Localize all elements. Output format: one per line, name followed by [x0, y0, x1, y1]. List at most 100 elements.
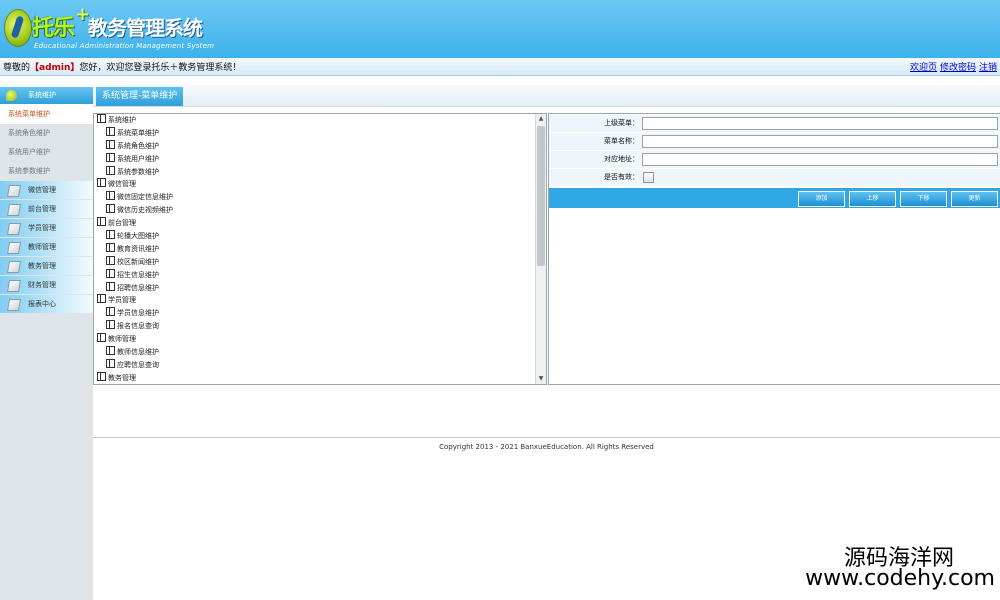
app-header: 托乐 + 教务管理系统 Educational Administration M… — [0, 0, 1000, 58]
folder-book-icon — [97, 217, 106, 227]
tree-node-label: 系统用户维护 — [117, 154, 159, 163]
move-up-button[interactable]: 上移 — [849, 191, 896, 207]
sidebar-item-role-maintenance[interactable]: 系统角色维护 — [0, 124, 93, 143]
tree-node-label: 前台管理 — [108, 219, 136, 228]
tree-leaf-node[interactable]: 招聘信息维护 — [94, 281, 534, 295]
footer-divider — [93, 437, 1000, 438]
tree-scrollbar[interactable]: ▲ ▼ — [535, 114, 546, 384]
link-logout[interactable]: 注销 — [979, 63, 997, 73]
move-down-button[interactable]: 下移 — [900, 191, 947, 207]
scroll-down-arrow-icon[interactable]: ▼ — [536, 374, 546, 384]
sidebar-group-wechat[interactable]: 微信管理 — [0, 181, 93, 199]
notepad-icon — [6, 204, 22, 216]
add-button[interactable]: 添加 — [798, 191, 845, 207]
sidebar-group-academic[interactable]: 教务管理 — [0, 257, 93, 275]
update-button[interactable]: 更新 — [951, 191, 998, 207]
sidebar-group-label: 教师管理 — [28, 243, 56, 251]
sidebar-group-label: 报表中心 — [28, 300, 56, 308]
menu-name-input[interactable] — [642, 135, 998, 148]
sidebar: 系统维护 系统菜单维护 系统角色维护 系统用户维护 系统参数维护 微信管理 前台… — [0, 76, 93, 600]
footer-copyright: Copyright 2013 - 2021 BanxueEducation. A… — [439, 443, 654, 451]
tree-node-label: 应聘信息查询 — [117, 360, 159, 369]
page-book-icon — [106, 307, 115, 317]
tree-leaf-node[interactable]: 系统用户维护 — [94, 152, 534, 166]
page-title: 系统管理-菜单维护 — [96, 87, 184, 106]
notepad-icon — [6, 299, 22, 311]
tree-leaf-node[interactable]: 教育资讯维护 — [94, 242, 534, 256]
tree-node-label: 轮播大图维护 — [117, 232, 159, 241]
tree-folder-node[interactable]: 前台管理 — [94, 217, 534, 230]
tree-folder-node[interactable]: 教务管理 — [94, 371, 534, 384]
parent-menu-input[interactable] — [642, 117, 998, 130]
notepad-icon — [6, 242, 22, 254]
tree-leaf-node[interactable]: 教师信息维护 — [94, 346, 534, 359]
sidebar-group-teachers[interactable]: 教师管理 — [0, 238, 93, 256]
welcome-username: 【admin】 — [30, 63, 80, 73]
page-book-icon — [106, 346, 115, 356]
sidebar-group-finance[interactable]: 财务管理 — [0, 276, 93, 294]
tree-folder-node[interactable]: 微信管理 — [94, 178, 534, 191]
page-book-icon — [106, 255, 115, 265]
page-book-icon — [106, 126, 115, 136]
tree-leaf-node[interactable]: 微信固定信息维护 — [94, 191, 534, 204]
page-book-icon — [106, 358, 115, 368]
form-row-menu-name: 菜单名称： — [549, 133, 1000, 151]
menu-tree: 系统维护系统菜单维护 系统角色维护 系统用户维护系统参数维护 微信管理 微信固定信息维护… — [94, 114, 534, 384]
menu-name-label: 菜单名称： — [604, 137, 639, 145]
notepad-icon — [6, 223, 22, 235]
tree-leaf-node[interactable]: 招生信息维护 — [94, 268, 534, 282]
tree-node-label: 学员管理 — [108, 296, 136, 305]
sidebar-spacer — [0, 76, 93, 87]
page-book-icon — [106, 281, 115, 291]
tree-leaf-node[interactable]: 系统参数维护 — [94, 165, 534, 179]
tree-folder-node[interactable]: 教师管理 — [94, 333, 534, 346]
tree-node-label: 招聘信息维护 — [117, 283, 159, 292]
tree-leaf-node[interactable]: 系统角色维护 — [94, 139, 534, 153]
folder-book-icon — [97, 178, 106, 188]
link-change-password[interactable]: 修改密码 — [940, 63, 976, 73]
tree-leaf-node[interactable]: 校区新闻维护 — [94, 255, 534, 269]
tree-node-label: 系统维护 — [108, 116, 136, 124]
page-book-icon — [106, 139, 115, 149]
form-row-is-active: 是否有效： — [549, 169, 1000, 187]
app-subtitle: Educational Administration Management Sy… — [34, 42, 215, 50]
tree-node-label: 报名信息查询 — [117, 322, 159, 331]
is-active-checkbox[interactable] — [643, 172, 654, 183]
sidebar-item-menu-maintenance[interactable]: 系统菜单维护 — [0, 105, 93, 124]
tree-node-label: 教师管理 — [108, 335, 136, 344]
tree-leaf-node[interactable]: 应聘信息查询 — [94, 358, 534, 372]
sidebar-group-label: 财务管理 — [28, 281, 56, 289]
tree-folder-node[interactable]: 系统维护 — [94, 114, 534, 127]
tree-folder-node[interactable]: 学员管理 — [94, 294, 534, 307]
welcome-message: 尊敬的【admin】您好，欢迎您登录托乐＋教务管理系统！ — [3, 60, 241, 73]
tree-leaf-node[interactable]: 学员信息维护 — [94, 307, 534, 320]
link-home[interactable]: 欢迎页 — [910, 63, 937, 73]
watermark-url: www.codehy.com — [805, 566, 995, 591]
scroll-up-arrow-icon[interactable]: ▲ — [536, 114, 546, 124]
sidebar-group-students[interactable]: 学员管理 — [0, 219, 93, 237]
folder-book-icon — [97, 371, 106, 381]
page-book-icon — [106, 242, 115, 252]
tree-leaf-node[interactable]: 系统菜单维护 — [94, 126, 534, 140]
sidebar-item-user-maintenance[interactable]: 系统用户维护 — [0, 143, 93, 162]
tree-leaf-node[interactable]: 轮播大图维护 — [94, 230, 534, 243]
url-input[interactable] — [642, 153, 998, 166]
scroll-thumb[interactable] — [537, 126, 545, 266]
welcome-suffix: 您好，欢迎您登录托乐＋教务管理系统！ — [79, 63, 242, 73]
page-book-icon — [106, 320, 115, 330]
notepad-icon — [6, 185, 22, 197]
sidebar-group-reports[interactable]: 报表中心 — [0, 295, 93, 313]
folder-book-icon — [97, 294, 106, 304]
tree-node-label: 系统角色维护 — [117, 141, 159, 150]
tree-node-label: 微信历史视频维护 — [117, 206, 173, 215]
sidebar-item-param-maintenance[interactable]: 系统参数维护 — [0, 162, 93, 181]
parent-menu-label: 上级菜单： — [604, 119, 639, 127]
sidebar-group-label: 学员管理 — [28, 224, 56, 232]
tree-leaf-node[interactable]: 报名信息查询 — [94, 320, 534, 333]
url-label: 对应地址： — [604, 155, 639, 163]
tree-leaf-node[interactable]: 微信历史视频维护 — [94, 204, 534, 217]
sidebar-group-frontend[interactable]: 前台管理 — [0, 200, 93, 218]
leaf-icon — [6, 90, 17, 101]
notepad-icon — [6, 280, 22, 292]
sidebar-group-system[interactable]: 系统维护 — [0, 87, 93, 105]
